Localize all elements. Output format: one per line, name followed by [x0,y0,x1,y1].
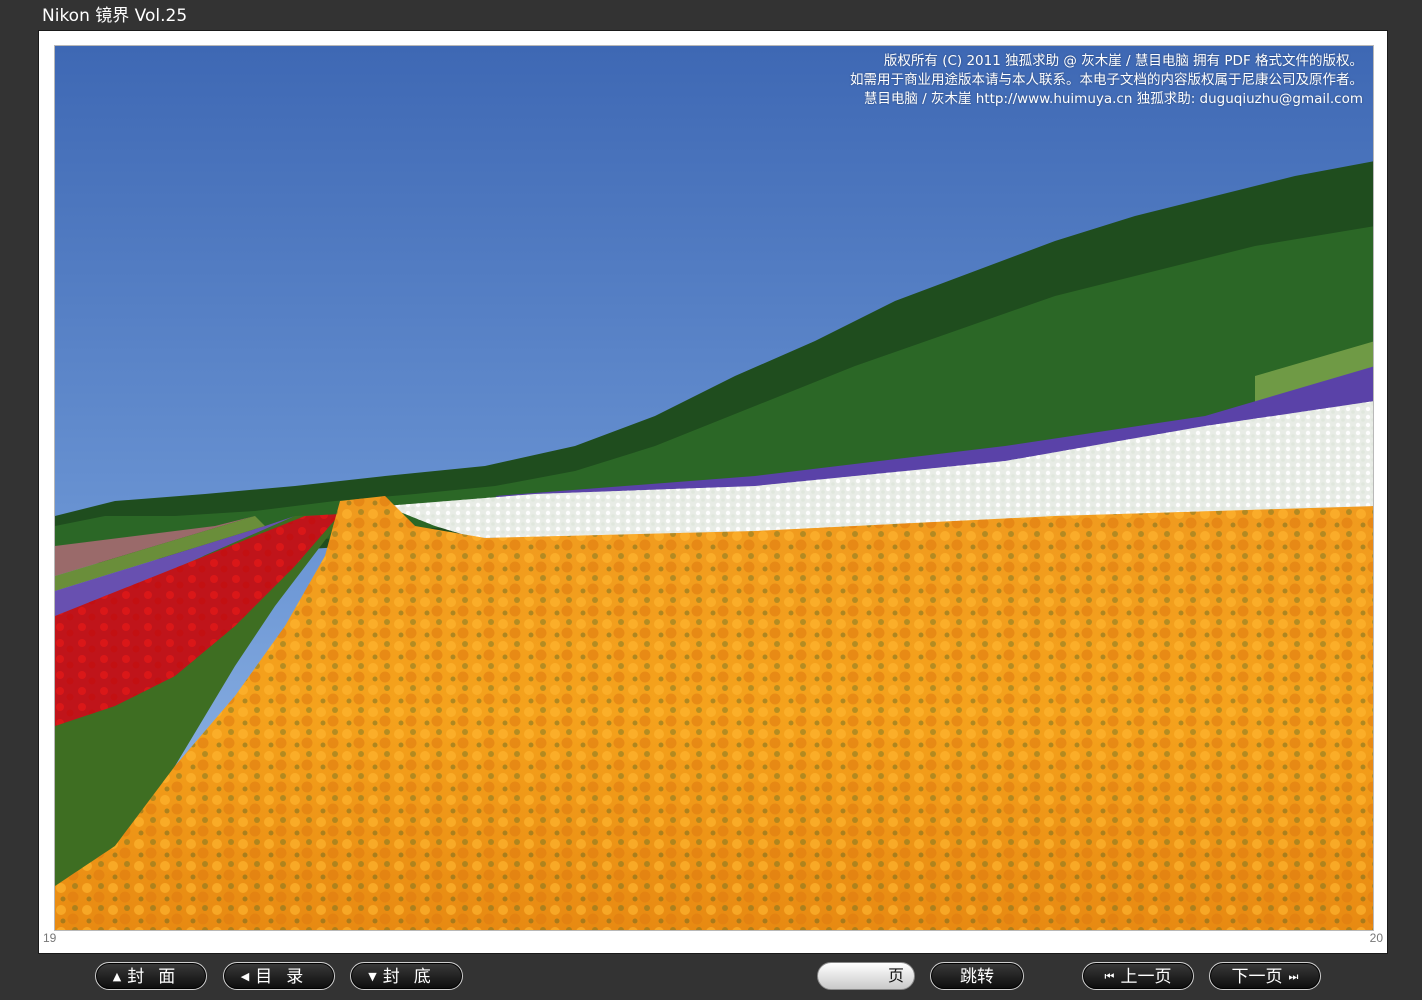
toc-button[interactable]: ◀ 目录 [223,962,335,990]
page-number-field: 页 [817,962,915,990]
prev-page-button[interactable]: ⏮ 上一页 [1082,962,1194,990]
back-cover-button-label: 封底 [382,967,445,987]
toc-button-label: 目录 [255,967,318,987]
prev-page-label: 上一页 [1120,967,1172,987]
next-page-button[interactable]: 下一页 ⏭ [1209,962,1321,990]
jump-button[interactable]: 跳转 [930,962,1024,990]
skip-back-icon: ⏮ [1104,970,1115,983]
triangle-down-icon: ▼ [368,970,377,983]
page-number-input[interactable] [826,966,886,988]
window-title: Nikon 镜界 Vol.25 [42,6,188,26]
page-spread: 版权所有 (C) 2011 独孤求助 @ 灰木崖 / 慧目电脑 拥有 PDF 格… [38,30,1388,954]
cover-button[interactable]: ▲ 封面 [95,962,207,990]
next-page-label: 下一页 [1231,967,1283,987]
left-page-number: 19 [43,931,57,945]
copyright-line: 如需用于商业用途版本请与本人联系。本电子文档的内容版权属于尼康公司及原作者。 [850,72,1363,88]
copyright-line: 慧目电脑 / 灰木崖 http://www.huimuya.cn 独孤求助: d… [863,91,1363,107]
page-unit-label: 页 [887,966,904,985]
copyright-notice: 版权所有 (C) 2011 独孤求助 @ 灰木崖 / 慧目电脑 拥有 PDF 格… [850,52,1363,109]
flower-field-photo: 版权所有 (C) 2011 独孤求助 @ 灰木崖 / 慧目电脑 拥有 PDF 格… [54,45,1374,931]
cover-button-label: 封面 [127,967,190,987]
back-cover-button[interactable]: ▼ 封底 [350,962,463,990]
right-page-number: 20 [1369,931,1383,945]
triangle-left-icon: ◀ [240,970,250,983]
jump-button-label: 跳转 [960,967,994,987]
triangle-up-icon: ▲ [112,970,122,983]
skip-forward-icon: ⏭ [1288,970,1299,983]
copyright-line: 版权所有 (C) 2011 独孤求助 @ 灰木崖 / 慧目电脑 拥有 PDF 格… [883,53,1363,69]
